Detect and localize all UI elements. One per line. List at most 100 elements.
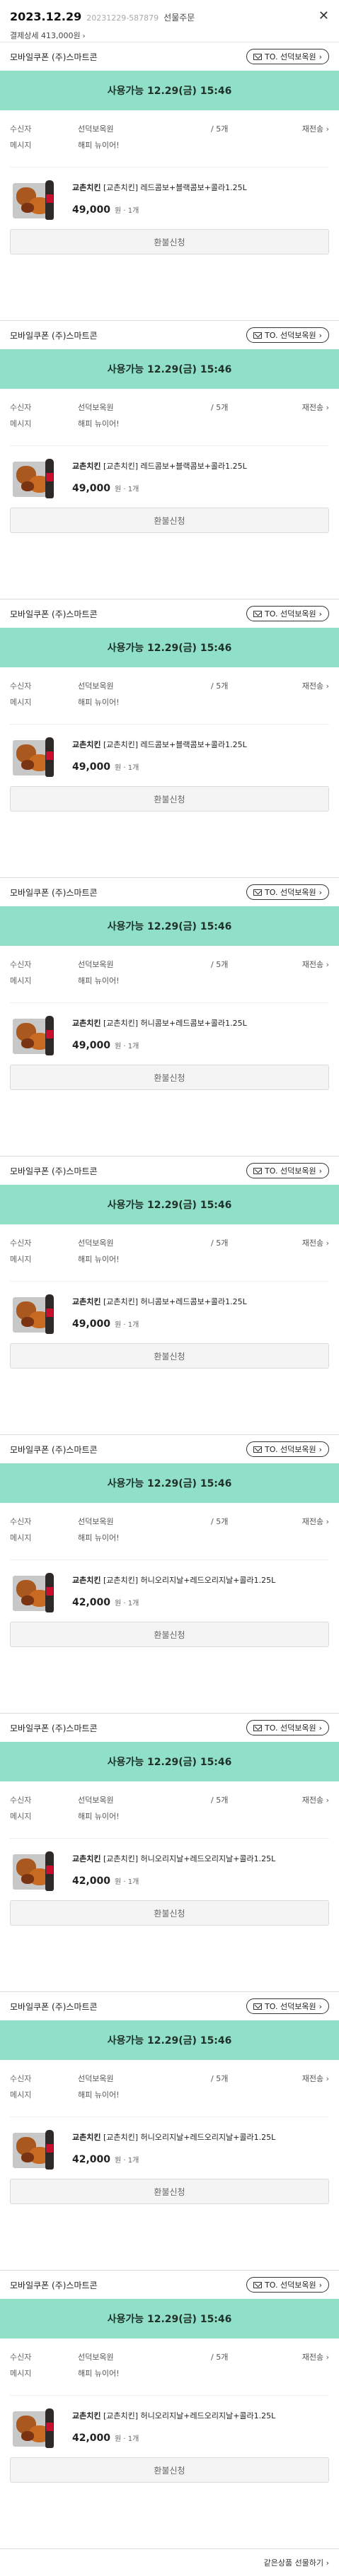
- product-info: 교촌치킨 [교촌치킨] 허니오리지날+레드오리지날+콜라1.25L 42,000…: [72, 1570, 329, 1619]
- gift-info: 수신자 선덕보옥원 / 5개 재전송 › 메시지 해피 뉴이어!: [0, 2338, 339, 2387]
- page-footer: 같은상품 선물하기 ›: [0, 2549, 339, 2576]
- recipient-to-button[interactable]: TO. 선덕보옥원 ›: [246, 1998, 329, 2014]
- refund-button[interactable]: 환불신청: [10, 2457, 329, 2483]
- mail-icon: [253, 1446, 263, 1453]
- resend-button[interactable]: 재전송 ›: [302, 2351, 329, 2363]
- recipient-label: 수신자: [10, 124, 32, 134]
- recipient-label: 수신자: [10, 1795, 32, 1805]
- chevron-right-icon: ›: [326, 2352, 329, 2362]
- resend-label: 재전송: [301, 1516, 324, 1526]
- price-unit: 원 · 1개: [115, 1600, 139, 1608]
- recipient-name: 선덕보옥원: [78, 1795, 114, 1805]
- order-header: 2023.12.29 20231229-587879 선물주문 ✕ 결제상세 4…: [0, 0, 339, 42]
- mail-icon: [253, 889, 263, 896]
- payment-detail-link[interactable]: 결제상세 413,000원 ›: [10, 30, 329, 41]
- gift-card: 모바일쿠폰 (주)스마트콘 TO. 선덕보옥원 › 사용가능 12.29(금) …: [0, 1992, 339, 2271]
- recipient-to-label: TO. 선덕보옥원: [265, 2281, 316, 2290]
- card-header: 모바일쿠폰 (주)스마트콘 TO. 선덕보옥원 ›: [0, 1435, 339, 1463]
- gift-card: 모바일쿠폰 (주)스마트콘 TO. 선덕보옥원 › 사용가능 12.29(금) …: [0, 1157, 339, 1435]
- recipient-to-button[interactable]: TO. 선덕보옥원 ›: [246, 1720, 329, 1735]
- resend-button[interactable]: 재전송 ›: [302, 1516, 329, 1527]
- recipient-to-button[interactable]: TO. 선덕보옥원 ›: [246, 49, 329, 64]
- close-icon[interactable]: ✕: [318, 10, 329, 23]
- price-unit: 원 · 1개: [115, 1321, 139, 1329]
- product-info: 교촌치킨 [교촌치킨] 레드콤보+블랙콤보+콜라1.25L 49,000 원 · …: [72, 177, 329, 226]
- refund-button[interactable]: 환불신청: [10, 508, 329, 533]
- recipient-row: 수신자 선덕보옥원 / 5개 재전송 ›: [10, 1234, 329, 1251]
- recipient-to-button[interactable]: TO. 선덕보옥원 ›: [246, 884, 329, 900]
- recipient-name: 선덕보옥원: [78, 2073, 114, 2083]
- product-info: 교촌치킨 [교촌치킨] 허니오리지날+레드오리지날+콜라1.25L 42,000…: [72, 2406, 329, 2454]
- chicken-piece: [21, 1596, 34, 1605]
- coupon-brand: 모바일쿠폰 (주)스마트콘: [10, 2001, 98, 2012]
- recipient-to-button[interactable]: TO. 선덕보옥원 ›: [246, 1441, 329, 1457]
- recipient-to-button[interactable]: TO. 선덕보옥원 ›: [246, 1163, 329, 1178]
- recipient-row: 수신자 선덕보옥원 / 5개 재전송 ›: [10, 956, 329, 972]
- resend-button[interactable]: 재전송 ›: [302, 2073, 329, 2084]
- refund-button[interactable]: 환불신청: [10, 1622, 329, 1647]
- refund-button[interactable]: 환불신청: [10, 786, 329, 812]
- recipient-to-button[interactable]: TO. 선덕보옥원 ›: [246, 2277, 329, 2293]
- product-price: 49,000: [72, 1318, 111, 1330]
- recipient-to-button[interactable]: TO. 선덕보옥원 ›: [246, 606, 329, 621]
- product-name-line: 교촌치킨 [교촌치킨] 허니오리지날+레드오리지날+콜라1.25L: [72, 1574, 329, 1586]
- message-row: 메시지 해피 뉴이어!: [10, 1808, 329, 1824]
- resend-button[interactable]: 재전송 ›: [302, 123, 329, 134]
- product-price: 49,000: [72, 1040, 111, 1051]
- usable-banner: 사용가능 12.29(금) 15:46: [0, 349, 339, 389]
- product-item[interactable]: 교촌치킨 [교촌치킨] 레드콤보+블랙콤보+콜라1.25L 49,000 원 · …: [10, 724, 329, 783]
- chevron-right-icon: ›: [326, 402, 329, 412]
- coupon-brand: 모바일쿠폰 (주)스마트콘: [10, 52, 98, 62]
- refund-button[interactable]: 환불신청: [10, 1065, 329, 1090]
- refund-button[interactable]: 환불신청: [10, 2179, 329, 2204]
- product-name-line: 교촌치킨 [교촌치킨] 허니오리지날+레드오리지날+콜라1.25L: [72, 1853, 329, 1864]
- quantity-count: / 5개: [211, 1795, 229, 1805]
- resend-button[interactable]: 재전송 ›: [302, 402, 329, 413]
- price-unit: 원 · 1개: [115, 1878, 139, 1886]
- resend-button[interactable]: 재전송 ›: [302, 959, 329, 970]
- order-date: 2023.12.29: [10, 10, 82, 23]
- message-text: 해피 뉴이어!: [78, 1254, 120, 1264]
- product-name-line: 교촌치킨 [교촌치킨] 허니콤보+레드콤보+콜라1.25L: [72, 1017, 329, 1029]
- coupon-brand: 모바일쿠폰 (주)스마트콘: [10, 1723, 98, 1733]
- chevron-right-icon: ›: [326, 124, 329, 134]
- message-label: 메시지: [10, 2368, 32, 2378]
- quantity-count: / 5개: [211, 402, 229, 412]
- gift-info: 수신자 선덕보옥원 / 5개 재전송 › 메시지 해피 뉴이어!: [0, 1503, 339, 1551]
- product-item[interactable]: 교촌치킨 [교촌치킨] 허니오리지날+레드오리지날+콜라1.25L 42,000…: [10, 2117, 329, 2176]
- product-item[interactable]: 교촌치킨 [교촌치킨] 허니콤보+레드콤보+콜라1.25L 49,000 원 · …: [10, 1002, 329, 1062]
- coupon-brand: 모바일쿠폰 (주)스마트콘: [10, 1166, 98, 1176]
- product-item[interactable]: 교촌치킨 [교촌치킨] 허니오리지날+레드오리지날+콜라1.25L 42,000…: [10, 1838, 329, 1897]
- product-item[interactable]: 교촌치킨 [교촌치킨] 허니오리지날+레드오리지날+콜라1.25L 42,000…: [10, 1559, 329, 1619]
- message-text: 해피 뉴이어!: [78, 1533, 120, 1542]
- message-row: 메시지 해피 뉴이어!: [10, 2086, 329, 2102]
- product-item[interactable]: 교촌치킨 [교촌치킨] 허니콤보+레드콤보+콜라1.25L 49,000 원 · …: [10, 1281, 329, 1340]
- product-item[interactable]: 교촌치킨 [교촌치킨] 레드콤보+블랙콤보+콜라1.25L 49,000 원 · …: [10, 167, 329, 226]
- usable-banner: 사용가능 12.29(금) 15:46: [0, 1742, 339, 1781]
- message-label: 메시지: [10, 2090, 32, 2100]
- product-name-line: 교촌치킨 [교촌치킨] 레드콤보+블랙콤보+콜라1.25L: [72, 460, 329, 472]
- message-row: 메시지 해피 뉴이어!: [10, 693, 329, 710]
- refund-button[interactable]: 환불신청: [10, 1900, 329, 1926]
- product-item[interactable]: 교촌치킨 [교촌치킨] 레드콤보+블랙콤보+콜라1.25L 49,000 원 · …: [10, 445, 329, 505]
- refund-button[interactable]: 환불신청: [10, 229, 329, 254]
- recipient-to-label: TO. 선덕보옥원: [265, 1166, 316, 1176]
- gift-info: 수신자 선덕보옥원 / 5개 재전송 › 메시지 해피 뉴이어!: [0, 1224, 339, 1272]
- chevron-right-icon: ›: [326, 959, 329, 969]
- recipient-name: 선덕보옥원: [78, 2352, 114, 2362]
- refund-button[interactable]: 환불신청: [10, 1343, 329, 1369]
- price-unit: 원 · 1개: [115, 486, 139, 493]
- message-label: 메시지: [10, 1533, 32, 1542]
- coupon-brand: 모바일쿠폰 (주)스마트콘: [10, 609, 98, 619]
- resend-button[interactable]: 재전송 ›: [302, 1794, 329, 1805]
- recipient-to-label: TO. 선덕보옥원: [265, 2002, 316, 2011]
- chevron-right-icon: ›: [318, 330, 322, 340]
- chevron-right-icon: ›: [318, 52, 322, 62]
- product-item[interactable]: 교촌치킨 [교촌치킨] 허니오리지날+레드오리지날+콜라1.25L 42,000…: [10, 2395, 329, 2454]
- gift-card: 모바일쿠폰 (주)스마트콘 TO. 선덕보옥원 › 사용가능 12.29(금) …: [0, 1435, 339, 1714]
- recipient-to-button[interactable]: TO. 선덕보옥원 ›: [246, 327, 329, 343]
- resend-button[interactable]: 재전송 ›: [302, 680, 329, 691]
- product-name: [교촌치킨] 허니오리지날+레드오리지날+콜라1.25L: [103, 1576, 276, 1585]
- resend-button[interactable]: 재전송 ›: [302, 1237, 329, 1248]
- message-label: 메시지: [10, 976, 32, 985]
